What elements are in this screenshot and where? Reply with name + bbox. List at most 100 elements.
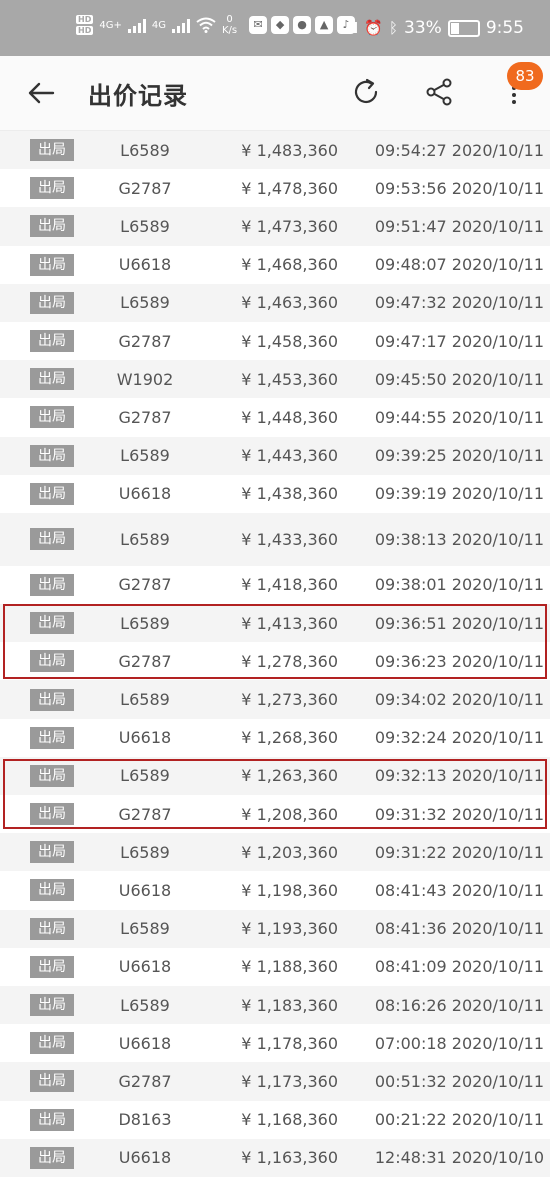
app-notification-icon: ▲ bbox=[315, 16, 334, 34]
status-tag: 出局 bbox=[30, 803, 74, 826]
bid-time: 09:32:24 2020/10/11 bbox=[374, 728, 544, 748]
bidder-id: U6618 bbox=[118, 1148, 172, 1168]
speed-unit: K/s bbox=[221, 25, 238, 36]
bidder-id: L6589 bbox=[120, 995, 170, 1015]
bid-price: ¥ 1,443,360 bbox=[241, 446, 338, 466]
bid-row: 出局 G2787 ¥ 1,448,360 09:44:55 2020/10/11 bbox=[0, 398, 550, 436]
bid-record-list: 出局 L6589 ¥ 1,483,360 09:54:27 2020/10/11 出局 G… bbox=[0, 131, 550, 1177]
status-tag: 出局 bbox=[30, 955, 74, 978]
app-notification-icon: ◆ bbox=[271, 16, 290, 34]
bid-time: 07:00:18 2020/10/11 bbox=[374, 1033, 544, 1053]
status-tag: 出局 bbox=[30, 368, 74, 391]
bid-time: 08:41:36 2020/10/11 bbox=[374, 919, 544, 939]
bid-price: ¥ 1,183,360 bbox=[241, 995, 338, 1015]
bid-price: ¥ 1,278,360 bbox=[241, 651, 338, 671]
status-tag: 出局 bbox=[30, 650, 74, 673]
status-tag: 出局 bbox=[30, 177, 74, 200]
bid-price: ¥ 1,413,360 bbox=[241, 613, 338, 633]
bid-row: 出局 L6589 ¥ 1,433,360 09:38:13 2020/10/11 bbox=[0, 512, 550, 566]
status-tag: 出局 bbox=[30, 1070, 74, 1093]
bid-time: 09:47:32 2020/10/11 bbox=[374, 293, 544, 313]
app-header: 出价记录 83 bbox=[0, 56, 550, 131]
bid-price: ¥ 1,433,360 bbox=[241, 529, 338, 549]
bid-time: 08:41:43 2020/10/11 bbox=[374, 880, 544, 900]
hd-label-1: HD bbox=[76, 15, 94, 24]
bidder-id: L6589 bbox=[120, 216, 170, 236]
bidder-id: L6589 bbox=[120, 842, 170, 862]
bid-time: 09:51:47 2020/10/11 bbox=[374, 216, 544, 236]
bid-row: 出局 L6589 ¥ 1,483,360 09:54:27 2020/10/11 bbox=[0, 131, 550, 170]
wifi-icon bbox=[196, 17, 216, 33]
bid-price: ¥ 1,483,360 bbox=[241, 140, 338, 160]
bid-price: ¥ 1,273,360 bbox=[241, 690, 338, 710]
bid-time: 09:32:13 2020/10/11 bbox=[374, 766, 544, 786]
bid-price: ¥ 1,468,360 bbox=[241, 255, 338, 275]
share-icon[interactable] bbox=[423, 76, 455, 108]
bid-time: 00:51:32 2020/10/11 bbox=[374, 1071, 544, 1091]
bid-price: ¥ 1,268,360 bbox=[241, 728, 338, 748]
bid-row: 出局 U6618 ¥ 1,438,360 09:39:19 2020/10/11 bbox=[0, 475, 550, 513]
bid-time: 09:38:01 2020/10/11 bbox=[374, 575, 544, 595]
status-tag: 出局 bbox=[30, 330, 74, 353]
bidder-id: G2787 bbox=[118, 651, 172, 671]
bidder-id: U6618 bbox=[118, 957, 172, 977]
status-tag: 出局 bbox=[30, 1146, 74, 1169]
bidder-id: G2787 bbox=[118, 804, 172, 824]
bidder-id: U6618 bbox=[118, 255, 172, 275]
bid-price: ¥ 1,478,360 bbox=[241, 178, 338, 198]
bidder-id: U6618 bbox=[118, 1033, 172, 1053]
status-bar: HD HD 4G+ 4G 0 K/s ✉ ◆ ● ▲ ♪ N ⏰ ᛒ 33% 9 bbox=[0, 0, 550, 56]
bid-row: 出局 L6589 ¥ 1,413,360 09:36:51 2020/10/11 bbox=[0, 604, 550, 643]
bidder-id: G2787 bbox=[118, 575, 172, 595]
bid-row: 出局 L6589 ¥ 1,203,360 09:31:22 2020/10/11 bbox=[0, 833, 550, 872]
bid-row: 出局 U6618 ¥ 1,163,360 12:48:31 2020/10/10 bbox=[0, 1138, 550, 1177]
network-type-1: 4G+ bbox=[99, 19, 122, 31]
bid-time: 09:38:13 2020/10/11 bbox=[374, 529, 544, 549]
bid-time: 09:31:32 2020/10/11 bbox=[374, 804, 544, 824]
bid-time: 09:39:19 2020/10/11 bbox=[374, 484, 544, 504]
bid-row: 出局 G2787 ¥ 1,278,360 09:36:23 2020/10/11 bbox=[0, 642, 550, 680]
bidder-id: L6589 bbox=[120, 690, 170, 710]
bid-row: 出局 L6589 ¥ 1,263,360 09:32:13 2020/10/11 bbox=[0, 756, 550, 795]
bid-row: 出局 L6589 ¥ 1,183,360 08:16:26 2020/10/11 bbox=[0, 985, 550, 1025]
bid-row: 出局 L6589 ¥ 1,193,360 08:41:36 2020/10/11 bbox=[0, 909, 550, 948]
status-tag: 出局 bbox=[30, 573, 74, 596]
bidder-id: U6618 bbox=[118, 880, 172, 900]
bid-price: ¥ 1,473,360 bbox=[241, 216, 338, 236]
bid-time: 09:48:07 2020/10/11 bbox=[374, 255, 544, 275]
status-tag: 出局 bbox=[30, 139, 74, 162]
signal-icon bbox=[171, 17, 190, 33]
bidder-id: L6589 bbox=[120, 766, 170, 786]
bid-time: 09:36:51 2020/10/11 bbox=[374, 613, 544, 633]
bluetooth-icon: ᛒ bbox=[389, 19, 399, 37]
status-tag: 出局 bbox=[30, 482, 74, 505]
bid-row: 出局 L6589 ¥ 1,273,360 09:34:02 2020/10/11 bbox=[0, 680, 550, 719]
hd-indicator: HD HD bbox=[76, 15, 94, 35]
bid-time: 09:36:23 2020/10/11 bbox=[374, 651, 544, 671]
bid-price: ¥ 1,448,360 bbox=[241, 407, 338, 427]
bid-row: 出局 G2787 ¥ 1,208,360 09:31:32 2020/10/11 bbox=[0, 795, 550, 833]
bid-price: ¥ 1,463,360 bbox=[241, 293, 338, 313]
bid-row: 出局 U6618 ¥ 1,268,360 09:32:24 2020/10/11 bbox=[0, 719, 550, 757]
refresh-icon[interactable] bbox=[350, 76, 382, 108]
bid-time: 08:41:09 2020/10/11 bbox=[374, 957, 544, 977]
bid-time: 09:44:55 2020/10/11 bbox=[374, 407, 544, 427]
status-tag: 出局 bbox=[30, 291, 74, 314]
bid-price: ¥ 1,418,360 bbox=[241, 575, 338, 595]
bid-row: 出局 U6618 ¥ 1,188,360 08:41:09 2020/10/11 bbox=[0, 948, 550, 986]
back-arrow-icon[interactable] bbox=[26, 78, 56, 108]
bid-time: 09:31:22 2020/10/11 bbox=[374, 842, 544, 862]
bidder-id: W1902 bbox=[116, 369, 174, 389]
bid-price: ¥ 1,438,360 bbox=[241, 484, 338, 504]
bid-row: 出局 L6589 ¥ 1,443,360 09:39:25 2020/10/11 bbox=[0, 436, 550, 475]
status-tag: 出局 bbox=[30, 764, 74, 787]
bid-time: 09:54:27 2020/10/11 bbox=[374, 140, 544, 160]
bid-row: 出局 U6618 ¥ 1,468,360 09:48:07 2020/10/11 bbox=[0, 246, 550, 284]
bid-price: ¥ 1,198,360 bbox=[241, 880, 338, 900]
nfc-icon: N bbox=[345, 19, 359, 37]
bidder-id: L6589 bbox=[120, 613, 170, 633]
bid-row: 出局 G2787 ¥ 1,418,360 09:38:01 2020/10/11 bbox=[0, 566, 550, 604]
bid-price: ¥ 1,458,360 bbox=[241, 331, 338, 351]
status-tag: 出局 bbox=[30, 215, 74, 238]
bidder-id: G2787 bbox=[118, 178, 172, 198]
